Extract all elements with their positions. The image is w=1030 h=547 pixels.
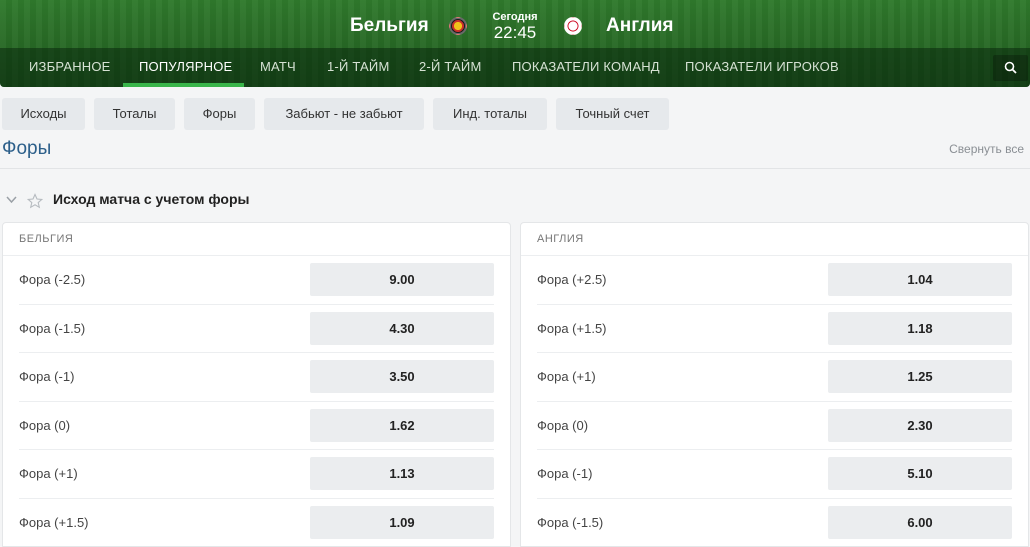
nav-tab-favorites[interactable]: ИЗБРАННОЕ [29,59,111,74]
odds-row: Фора (+1) 1.13 [19,450,494,499]
away-panel-header: АНГЛИЯ [521,223,1028,256]
nav-tab-match[interactable]: МАТЧ [260,59,296,74]
odds-row: Фора (-1.5) 6.00 [537,499,1012,547]
match-header: Бельгия Сегодня 22:45 Англия ИЗБРАННОЕ П… [0,0,1030,87]
filter-outcomes[interactable]: Исходы [2,98,85,130]
handicap-label: Фора (0) [537,417,589,433]
belgium-flag-icon [449,17,467,35]
handicap-label: Фора (-1.5) [19,320,86,336]
filter-exact-score[interactable]: Точный счет [556,98,669,130]
odds-button[interactable]: 5.10 [828,457,1012,490]
market-title: Исход матча с учетом форы [53,191,250,207]
odds-row: Фора (-2.5) 9.00 [19,256,494,305]
odds-row: Фора (+1.5) 1.09 [19,499,494,547]
odds-button[interactable]: 3.50 [310,360,494,393]
filter-totals[interactable]: Тоталы [94,98,175,130]
handicap-label: Фора (+1) [19,466,78,481]
match-time: Сегодня 22:45 [490,11,540,43]
handicap-label: Фора (-1.5) [537,514,604,530]
handicap-label: Фора (+2.5) [537,272,607,287]
nav-tab-second-half[interactable]: 2-Й ТАЙМ [419,59,481,74]
filter-both-score[interactable]: Забьют - не забьют [264,98,424,130]
odds-button[interactable]: 1.09 [310,505,494,539]
home-panel-header: БЕЛЬГИЯ [3,223,510,256]
match-info: Бельгия Сегодня 22:45 Англия [0,0,1030,48]
search-icon [1004,61,1017,74]
handicap-label: Фора (-1) [19,369,75,384]
england-flag-icon [564,17,582,35]
away-team-name[interactable]: Англия [606,15,673,37]
handicap-label: Фора (+1) [537,369,596,384]
odds-row: Фора (+2.5) 1.04 [537,256,1012,305]
nav-tab-popular[interactable]: ПОПУЛЯРНОЕ [139,59,232,74]
filter-individual-totals[interactable]: Инд. тоталы [433,98,547,130]
chevron-down-icon[interactable] [6,196,17,204]
odds-button[interactable]: 1.04 [828,263,1012,296]
odds-button[interactable]: 1.18 [828,311,1012,345]
home-team-name[interactable]: Бельгия [350,15,429,37]
handicap-label: Фора (0) [19,417,71,433]
odds-button[interactable]: 4.30 [310,311,494,345]
home-handicap-panel: БЕЛЬГИЯ Фора (-2.5) 9.00 Фора (-1.5) 4.3… [2,222,511,547]
odds-button[interactable]: 1.62 [310,408,494,442]
odds-row: Фора (+1.5) 1.18 [537,305,1012,353]
nav-tab-first-half[interactable]: 1-Й ТАЙМ [327,59,389,74]
handicap-label: Фора (+1.5) [19,514,89,530]
active-tab-indicator [123,83,244,87]
odds-row: Фора (+1) 1.25 [537,353,1012,402]
odds-button[interactable]: 9.00 [310,263,494,296]
odds-row: Фора (-1) 5.10 [537,450,1012,499]
odds-row: Фора (-1.5) 4.30 [19,305,494,353]
odds-row: Фора (0) 2.30 [537,402,1012,450]
odds-row: Фора (0) 1.62 [19,402,494,450]
search-button[interactable] [993,55,1028,81]
odds-row: Фора (-1) 3.50 [19,353,494,402]
away-handicap-panel: АНГЛИЯ Фора (+2.5) 1.04 Фора (+1.5) 1.18… [520,222,1029,547]
odds-button[interactable]: 2.30 [828,408,1012,442]
section-title: Форы [2,138,52,159]
star-icon[interactable] [27,193,43,209]
handicap-label: Фора (-2.5) [19,272,86,287]
match-day: Сегодня [492,11,538,23]
match-time-value: 22:45 [493,23,537,42]
market-navbar: ИЗБРАННОЕ ПОПУЛЯРНОЕ МАТЧ 1-Й ТАЙМ 2-Й Т… [0,48,1030,87]
section-divider [0,168,1030,169]
odds-button[interactable]: 1.13 [310,457,494,490]
odds-button[interactable]: 6.00 [828,505,1012,539]
collapse-all-link[interactable]: Свернуть все [949,142,1024,156]
handicap-label: Фора (+1.5) [537,320,607,336]
nav-tab-team-stats[interactable]: ПОКАЗАТЕЛИ КОМАНД [512,59,660,74]
handicap-label: Фора (-1) [537,466,593,481]
nav-tab-player-stats[interactable]: ПОКАЗАТЕЛИ ИГРОКОВ [685,59,839,74]
filter-handicaps[interactable]: Форы [184,98,255,130]
odds-button[interactable]: 1.25 [828,360,1012,393]
